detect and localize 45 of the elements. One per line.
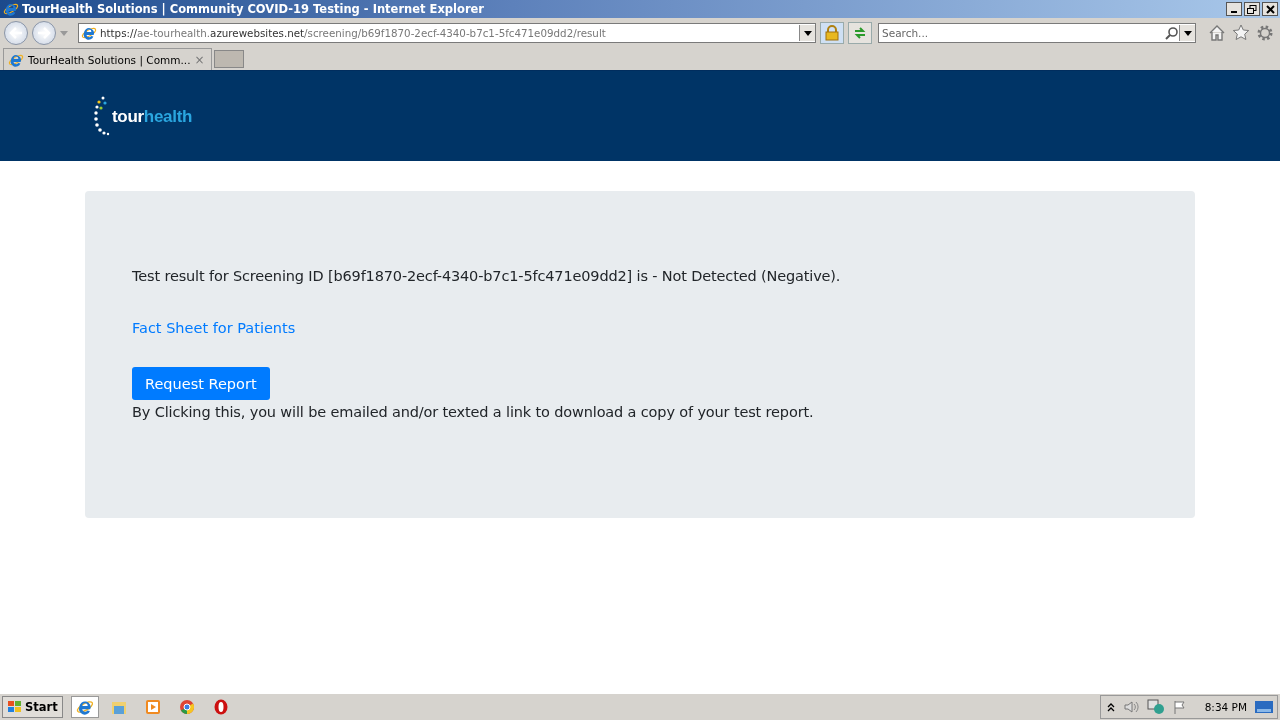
- minimize-button[interactable]: [1226, 2, 1242, 16]
- result-message: Test result for Screening ID [b69f1870-2ecf-4340-b7c1-5fc471e09dd2] is - Not Detected (Negative).: [132, 268, 842, 284]
- browser-icon[interactable]: [70, 696, 99, 718]
- forward-button[interactable]: [32, 21, 56, 45]
- window-title: TourHealth Solutions | Community COVID-19 Testing - Internet Explorer: [22, 2, 485, 16]
- report-note: By Clicking this, you will be emailed and/or texted a link to download a copy of your test report.: [132, 404, 815, 420]
- lock-icon[interactable]: [820, 22, 844, 44]
- show-desktop-icon[interactable]: [1255, 700, 1273, 714]
- restore-button[interactable]: [1244, 2, 1260, 16]
- caret-icon: [803, 30, 812, 36]
- new-tab-button[interactable]: [213, 50, 244, 68]
- dropdown-button[interactable]: [1179, 25, 1195, 41]
- refresh-icon[interactable]: [848, 22, 872, 44]
- home-icon[interactable]: [1208, 24, 1226, 41]
- url-text: azurewebsites.net: [210, 27, 305, 39]
- browser-logo-icon: [3, 1, 19, 17]
- flag-icon[interactable]: [1172, 700, 1187, 714]
- dropdown-button[interactable]: [799, 25, 815, 41]
- page-icon: [81, 25, 97, 41]
- url-text: /screening/b69f1870-2ecf-4340-b7c1-5fc471e09dd2/result: [304, 27, 606, 39]
- arrow-right-icon: [37, 27, 51, 39]
- dropdown-arrow-icon[interactable]: [60, 30, 68, 36]
- url-text: https://: [100, 27, 137, 39]
- close-icon: [1265, 4, 1275, 14]
- browser-tab[interactable]: TourHealth Solutions | Comm... ×: [3, 48, 212, 70]
- search-icon[interactable]: [1165, 26, 1179, 40]
- address-field[interactable]: https://ae-tourhealth.azurewebsites.net/screening/b69f1870-2ecf-4340-b7c1-5fc471e09dd2/result: [78, 23, 816, 43]
- clock[interactable]: 8:34 PM: [1204, 701, 1247, 713]
- url-text: ae-tourhealth.: [136, 27, 211, 39]
- chevron-up-icon[interactable]: [1106, 702, 1115, 712]
- start-button[interactable]: Start: [2, 696, 63, 718]
- speaker-icon[interactable]: [1122, 700, 1139, 714]
- favorites-star-icon[interactable]: [1232, 24, 1250, 41]
- tourhealth-logo[interactable]: tourhealth: [94, 95, 193, 137]
- caret-icon: [1183, 30, 1192, 36]
- arrow-left-icon: [9, 27, 23, 39]
- close-button[interactable]: [1262, 2, 1278, 16]
- settings-icon[interactable]: [1256, 24, 1274, 42]
- request-report-button[interactable]: Request Report: [132, 367, 270, 400]
- back-button[interactable]: [4, 21, 28, 45]
- restore-icon: [1247, 4, 1257, 14]
- network-icon[interactable]: [1146, 699, 1165, 715]
- search-input[interactable]: Search...: [879, 26, 1165, 40]
- search-field[interactable]: Search...: [878, 23, 1196, 43]
- windows-logo-icon: [7, 700, 23, 714]
